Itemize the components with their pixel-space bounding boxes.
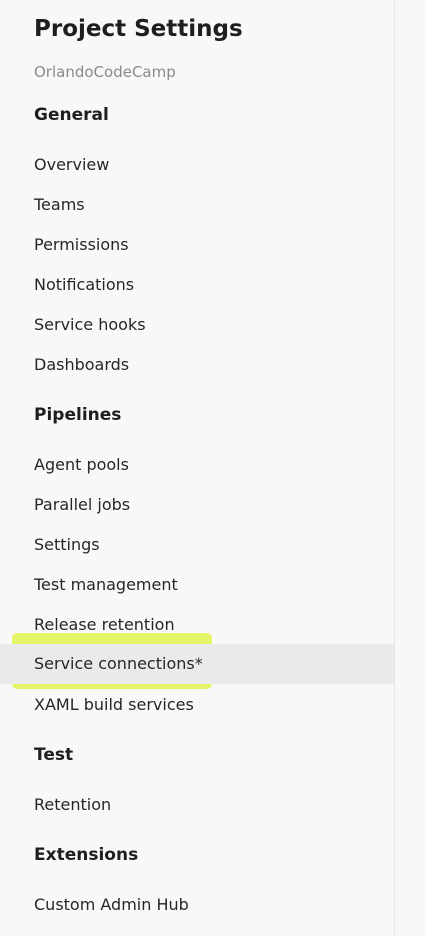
sidebar-item-label: Service hooks <box>34 315 146 334</box>
section-heading-extensions: Extensions <box>34 845 139 865</box>
section-heading-pipelines: Pipelines <box>34 405 122 425</box>
sidebar-item-retention[interactable]: Retention <box>0 785 394 825</box>
sidebar-item-agent-pools[interactable]: Agent pools <box>0 445 394 485</box>
main-content <box>395 0 425 936</box>
sidebar-item-permissions[interactable]: Permissions <box>0 225 394 265</box>
project-settings-sidebar: Project Settings OrlandoCodeCamp General… <box>0 0 395 936</box>
sidebar-item-overview[interactable]: Overview <box>0 145 394 185</box>
sidebar-item-custom-admin-hub[interactable]: Custom Admin Hub <box>0 885 394 925</box>
page: Project Settings OrlandoCodeCamp General… <box>0 0 425 936</box>
sidebar-item-label: XAML build services <box>34 695 194 714</box>
sidebar-item-label: Permissions <box>34 235 129 254</box>
sidebar-item-service-connections[interactable]: Service connections* <box>0 644 394 684</box>
sidebar-item-label: Release retention <box>34 615 175 634</box>
sidebar-item-notifications[interactable]: Notifications <box>0 265 394 305</box>
sidebar-item-label: Test management <box>34 575 178 594</box>
sidebar-item-label: Overview <box>34 155 110 174</box>
sidebar-item-parallel-jobs[interactable]: Parallel jobs <box>0 485 394 525</box>
sidebar-item-label: Agent pools <box>34 455 129 474</box>
sidebar-item-label: Service connections* <box>34 654 203 673</box>
sidebar-item-label: Parallel jobs <box>34 495 131 514</box>
sidebar-item-label: Dashboards <box>34 355 130 374</box>
sidebar-item-label: Custom Admin Hub <box>34 895 189 914</box>
sidebar-item-test-management[interactable]: Test management <box>0 565 394 605</box>
sidebar-item-dashboards[interactable]: Dashboards <box>0 345 394 385</box>
sidebar-item-xaml-build-services[interactable]: XAML build services <box>0 685 394 725</box>
project-name: OrlandoCodeCamp <box>34 63 176 81</box>
sidebar-item-teams[interactable]: Teams <box>0 185 394 225</box>
page-title: Project Settings <box>34 16 243 42</box>
sidebar-item-service-hooks[interactable]: Service hooks <box>0 305 394 345</box>
section-heading-general: General <box>34 105 109 125</box>
sidebar-item-settings[interactable]: Settings <box>0 525 394 565</box>
sidebar-item-label: Retention <box>34 795 112 814</box>
sidebar-item-label: Notifications <box>34 275 135 294</box>
sidebar-item-label: Teams <box>34 195 85 214</box>
sidebar-item-label: Settings <box>34 535 100 554</box>
section-heading-test: Test <box>34 745 74 765</box>
